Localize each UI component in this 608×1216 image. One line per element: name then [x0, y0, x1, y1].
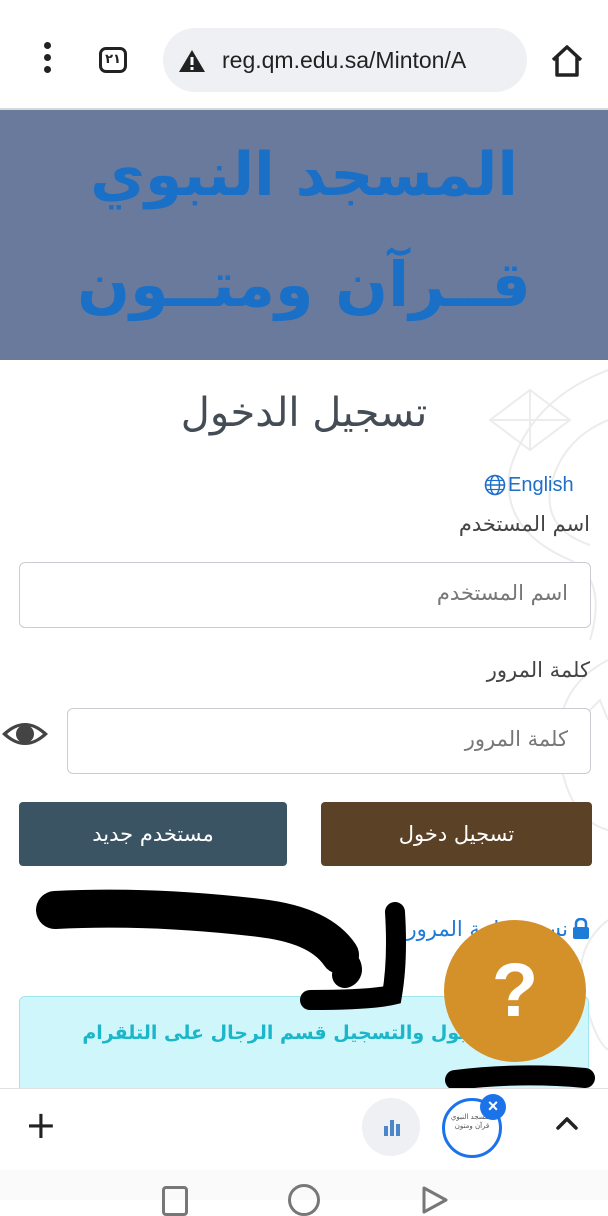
language-link-label[interactable]: English	[508, 474, 574, 497]
username-label: اسم المستخدم	[458, 512, 590, 536]
recents-button[interactable]	[162, 1186, 188, 1216]
warning-triangle-icon[interactable]	[178, 49, 206, 73]
banner-title-line2: قــرآن ومتــون	[77, 248, 531, 321]
back-triangle-icon[interactable]	[420, 1184, 450, 1214]
password-input[interactable]: كلمة المرور	[67, 708, 591, 774]
language-switch-link[interactable]: English	[484, 470, 594, 500]
browser-bottom-bar	[0, 1088, 608, 1171]
help-button[interactable]: ?	[444, 920, 586, 1062]
username-placeholder: اسم المستخدم	[436, 581, 568, 605]
bar-chart-icon	[384, 1120, 400, 1136]
url-text[interactable]: reg.qm.edu.sa/Minton/A	[222, 47, 516, 77]
chevron-up-icon[interactable]	[553, 1112, 581, 1134]
more-vert-icon[interactable]	[36, 42, 58, 78]
username-input[interactable]: اسم المستخدم	[19, 562, 591, 628]
home-icon[interactable]	[549, 44, 585, 78]
login-button[interactable]: تسجيل دخول	[321, 802, 592, 866]
close-icon[interactable]: ×	[480, 1094, 506, 1120]
banner-title-line1: المسجد النبوي	[90, 140, 518, 210]
password-label: كلمة المرور	[486, 658, 590, 682]
new-tab-button[interactable]: +	[25, 1106, 57, 1144]
globe-icon	[484, 474, 506, 496]
eye-icon[interactable]	[0, 712, 50, 756]
insights-button[interactable]	[362, 1098, 420, 1156]
page-title: تسجيل الدخول	[180, 390, 428, 436]
password-placeholder: كلمة المرور	[464, 727, 568, 751]
home-nav-button[interactable]	[288, 1184, 320, 1216]
tab-switcher-button[interactable]: ٢١	[99, 47, 127, 73]
new-user-button[interactable]: مستخدم جديد	[19, 802, 287, 866]
